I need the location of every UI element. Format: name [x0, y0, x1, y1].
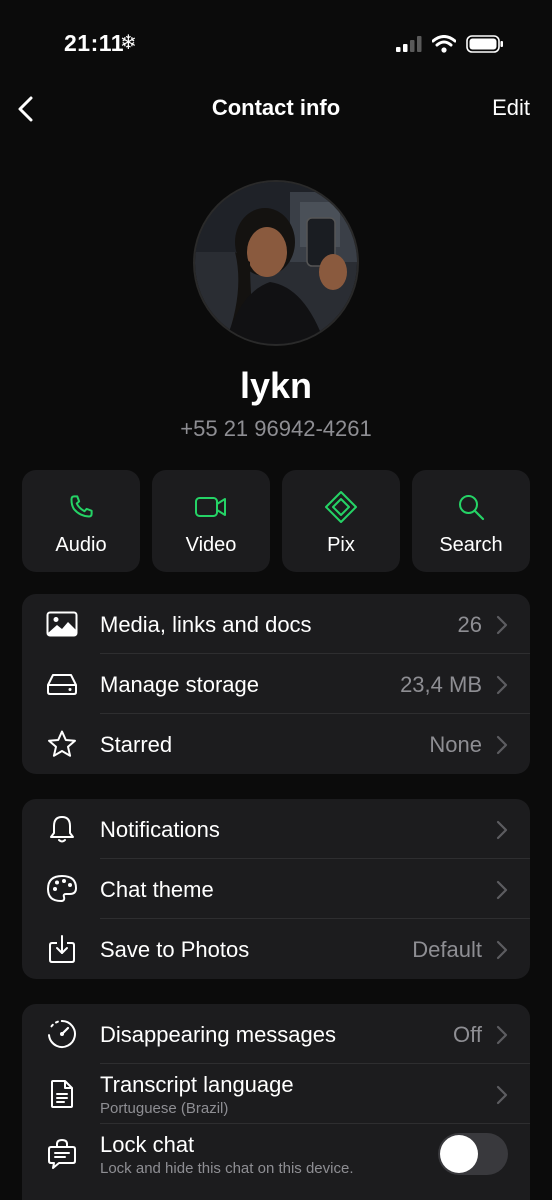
- row-value: Off: [453, 1022, 482, 1047]
- row-sublabel: Portuguese (Brazil): [100, 1100, 229, 1117]
- lock-chat-toggle[interactable]: [438, 1133, 508, 1175]
- row-sublabel: Lock and hide this chat on this device.: [100, 1160, 354, 1177]
- video-label: Video: [185, 533, 237, 556]
- media-storage-group: Media, links and docs 26 Manage storage …: [22, 594, 530, 774]
- privacy-group: Disappearing messages Off Transcript lan…: [22, 1004, 530, 1200]
- edit-button[interactable]: Edit: [492, 95, 530, 121]
- audio-call-button[interactable]: Audio: [22, 470, 140, 572]
- starred-row[interactable]: Starred None: [22, 714, 530, 774]
- pix-icon: [325, 490, 357, 523]
- row-value: 23,4 MB: [400, 672, 482, 697]
- video-camera-icon: [195, 496, 226, 517]
- disappearing-messages-row[interactable]: Disappearing messages Off: [22, 1004, 530, 1064]
- row-label: Manage storage: [100, 672, 259, 697]
- photo-icon: [46, 608, 78, 640]
- status-bar: 21:11 ❄: [0, 0, 552, 80]
- pix-label: Pix: [327, 533, 355, 556]
- lock-chat-icon: [46, 1138, 78, 1170]
- navigation-bar: Contact info Edit: [0, 80, 552, 138]
- manage-storage-row[interactable]: Manage storage 23,4 MB: [22, 654, 530, 714]
- save-to-photos-row[interactable]: Save to Photos Default: [22, 919, 530, 979]
- row-value: None: [429, 732, 482, 757]
- chat-theme-row[interactable]: Chat theme: [22, 859, 530, 919]
- contact-name: lykn: [239, 365, 313, 406]
- chevron-right-icon: [496, 1025, 508, 1045]
- bell-icon: [46, 813, 78, 845]
- timer-icon: [46, 1018, 78, 1050]
- notifications-group: Notifications Chat theme Save to Photos: [22, 799, 530, 979]
- chevron-right-icon: [496, 735, 508, 755]
- row-label: Save to Photos: [100, 937, 250, 962]
- avatar-photo: [195, 182, 357, 344]
- status-icons: [396, 35, 504, 53]
- cellular-signal-icon: [396, 36, 422, 52]
- lock-chat-row[interactable]: Lock chat Lock and hide this chat on thi…: [22, 1124, 530, 1184]
- search-button[interactable]: Search: [412, 470, 530, 572]
- toggle-knob: [440, 1135, 478, 1173]
- row-value: Default: [412, 937, 482, 962]
- status-time: 21:11: [64, 30, 125, 56]
- row-label: Chat theme: [100, 877, 214, 902]
- search-label: Search: [439, 533, 503, 556]
- chevron-right-icon: [496, 1085, 508, 1105]
- save-download-icon: [46, 933, 78, 965]
- document-icon: [46, 1078, 78, 1110]
- audio-label: Audio: [55, 533, 107, 556]
- chevron-right-icon: [496, 615, 508, 635]
- row-label: Media, links and docs: [100, 612, 312, 637]
- row-label: Notifications: [100, 817, 220, 842]
- phone-icon: [70, 494, 93, 517]
- row-value: 26: [457, 612, 482, 637]
- storage-icon: [46, 668, 78, 700]
- avatar[interactable]: [195, 182, 357, 344]
- video-call-button[interactable]: Video: [152, 470, 270, 572]
- chevron-right-icon: [496, 880, 508, 900]
- snowflake-icon: ❄: [120, 32, 137, 54]
- page-title: Contact info: [211, 95, 341, 120]
- row-label: Lock chat: [100, 1132, 195, 1157]
- notifications-row[interactable]: Notifications: [22, 799, 530, 859]
- wifi-icon: [432, 35, 456, 53]
- battery-icon: [466, 35, 503, 53]
- chevron-right-icon: [496, 940, 508, 960]
- row-label: Transcript language: [100, 1072, 294, 1097]
- pix-button[interactable]: Pix: [282, 470, 400, 572]
- contact-phone: +55 21 96942-4261: [180, 416, 372, 441]
- chevron-right-icon: [496, 820, 508, 840]
- star-icon: [46, 728, 78, 760]
- action-buttons: Audio Video Pix Search: [22, 470, 530, 572]
- search-icon: [459, 494, 485, 520]
- row-label: Disappearing messages: [100, 1022, 337, 1047]
- media-links-docs-row[interactable]: Media, links and docs 26: [22, 594, 530, 654]
- palette-icon: [46, 873, 78, 905]
- chevron-right-icon: [496, 675, 508, 695]
- row-label: Starred: [100, 732, 173, 757]
- transcript-language-row[interactable]: Transcript language Portuguese (Brazil): [22, 1064, 530, 1124]
